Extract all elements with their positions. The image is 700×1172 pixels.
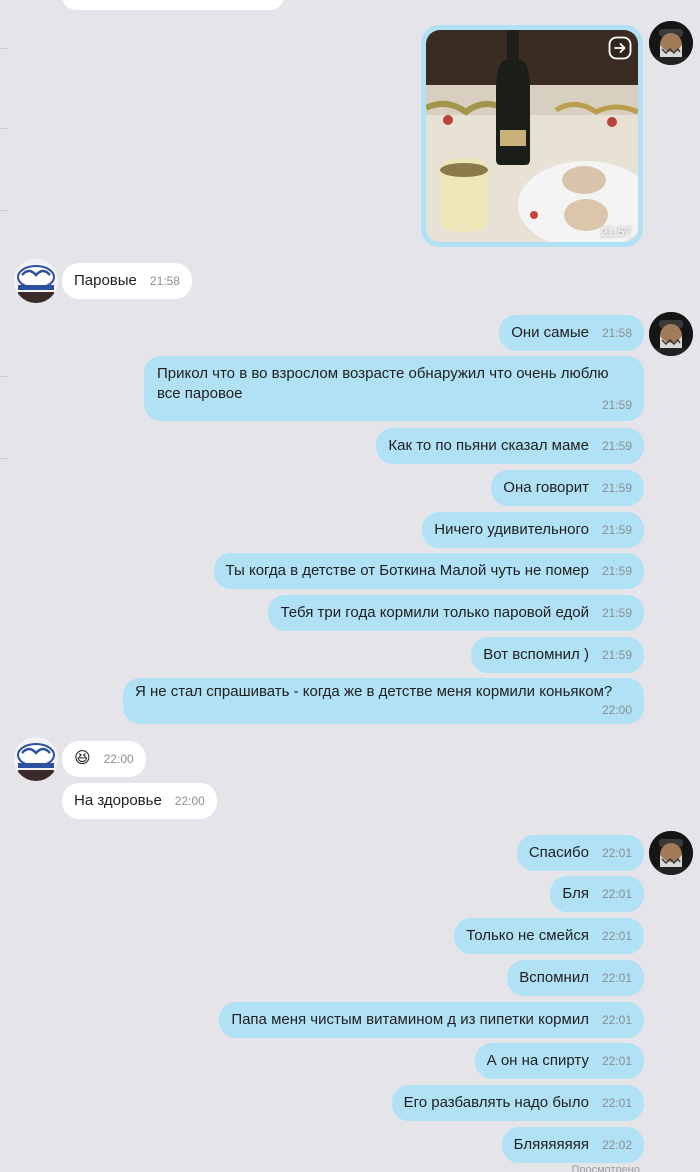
outgoing-message[interactable]: Я не стал спрашивать - когда же в детств…	[123, 678, 644, 724]
divider	[0, 48, 8, 49]
message-time: 22:02	[601, 1138, 632, 1152]
message-time: 22:01	[601, 971, 632, 985]
photo-message[interactable]: 21:57	[421, 25, 643, 247]
laughing-emoji-icon: 😆	[74, 750, 91, 767]
incoming-message[interactable]: На здоровье 22:00	[62, 783, 217, 819]
message-time: 22:00	[174, 794, 205, 808]
outgoing-message[interactable]: Вспомнил 22:01	[507, 960, 644, 996]
message-time: 22:01	[601, 929, 632, 943]
message-text: Вспомнил	[519, 969, 589, 986]
outgoing-message[interactable]: Она говорит 21:59	[491, 470, 644, 506]
avatar-image-icon	[649, 312, 693, 356]
message-text: Папа меня чистым витамином д из пипетки …	[231, 1011, 589, 1028]
outgoing-message[interactable]: Прикол что в во взрослом возрасте обнару…	[144, 356, 644, 421]
message-time: 21:59	[601, 439, 632, 453]
read-status: Просмотрено	[571, 1164, 640, 1172]
incoming-message[interactable]: Паровые 21:58	[62, 263, 192, 299]
my-avatar[interactable]	[649, 831, 693, 875]
message-text: Вот вспомнил )	[483, 646, 589, 663]
message-text: Ничего удивительного	[434, 521, 589, 538]
message-text: Как то по пьяни сказал маме	[388, 437, 589, 454]
message-time: 21:58	[601, 326, 632, 340]
outgoing-message[interactable]: Только не смейся 22:01	[454, 918, 644, 954]
outgoing-message[interactable]: Бляяяяяяя 22:02	[501, 1127, 644, 1163]
message-time: 22:01	[601, 887, 632, 901]
message-text: Только не смейся	[466, 927, 589, 944]
outgoing-message[interactable]: А он на спирту 22:01	[474, 1043, 644, 1079]
message-time: 21:59	[601, 606, 632, 620]
divider	[0, 128, 8, 129]
divider	[0, 210, 8, 211]
outgoing-message[interactable]: Спасибо 22:01	[516, 835, 644, 871]
outgoing-message[interactable]: Они самые 21:58	[499, 315, 644, 351]
message-text: А он на спирту	[486, 1052, 589, 1069]
message-time: 21:58	[149, 274, 180, 288]
outgoing-message[interactable]: Ты когда в детстве от Боткина Малой чуть…	[213, 553, 644, 589]
message-time: 22:01	[601, 1096, 632, 1110]
message-text: Бляяяяяяя	[513, 1136, 589, 1153]
message-text: На здоровье	[74, 792, 162, 809]
message-time: 22:01	[601, 1054, 632, 1068]
message-time: 21:59	[601, 398, 632, 412]
message-time: 21:59	[601, 481, 632, 495]
message-time: 22:01	[601, 846, 632, 860]
outgoing-message[interactable]: Папа меня чистым витамином д из пипетки …	[219, 1002, 644, 1038]
message-time: 21:59	[601, 523, 632, 537]
message-time: 22:00	[103, 752, 134, 766]
message-text: Прикол что в во взрослом возрасте обнару…	[157, 365, 609, 402]
divider	[0, 458, 8, 459]
outgoing-message[interactable]: Бля 22:01	[550, 876, 644, 912]
message-text: Бля	[562, 885, 589, 902]
message-time: 21:59	[601, 564, 632, 578]
message-text: Тебя три года кормили только паровой едо…	[280, 604, 589, 621]
incoming-message[interactable]: 😆 22:00	[62, 741, 146, 777]
photo-image[interactable]	[426, 30, 638, 242]
message-time: 22:00	[601, 703, 632, 717]
avatar-image-icon	[649, 21, 693, 65]
outgoing-message[interactable]: Его разбавлять надо было 22:01	[391, 1085, 644, 1121]
avatar-image-icon	[649, 831, 693, 875]
contact-avatar[interactable]	[14, 259, 58, 303]
my-avatar[interactable]	[649, 312, 693, 356]
message-time: 21:59	[601, 648, 632, 662]
outgoing-message[interactable]: Вот вспомнил ) 21:59	[471, 637, 644, 673]
photo-bottle-icon	[426, 30, 638, 242]
message-time: 22:01	[601, 1013, 632, 1027]
outgoing-message[interactable]: Тебя три года кормили только паровой едо…	[268, 595, 644, 631]
share-icon[interactable]	[608, 36, 632, 60]
message-text: Его разбавлять надо было	[403, 1094, 589, 1111]
previous-message-bubble	[62, 0, 284, 10]
message-text: Паровые	[74, 272, 137, 289]
message-text: Я не стал спрашивать - когда же в детств…	[135, 683, 613, 700]
avatar-image-icon	[14, 259, 58, 303]
my-avatar[interactable]	[649, 21, 693, 65]
message-text: Они самые	[511, 324, 589, 341]
avatar-image-icon	[14, 737, 58, 781]
divider	[0, 376, 8, 377]
outgoing-message[interactable]: Ничего удивительного 21:59	[422, 512, 644, 548]
message-text: Ты когда в детстве от Боткина Малой чуть…	[225, 562, 589, 579]
contact-avatar[interactable]	[14, 737, 58, 781]
message-text: Спасибо	[528, 844, 589, 861]
photo-timestamp: 21:57	[600, 225, 631, 239]
outgoing-message[interactable]: Как то по пьяни сказал маме 21:59	[376, 428, 644, 464]
message-text: Она говорит	[503, 479, 589, 496]
